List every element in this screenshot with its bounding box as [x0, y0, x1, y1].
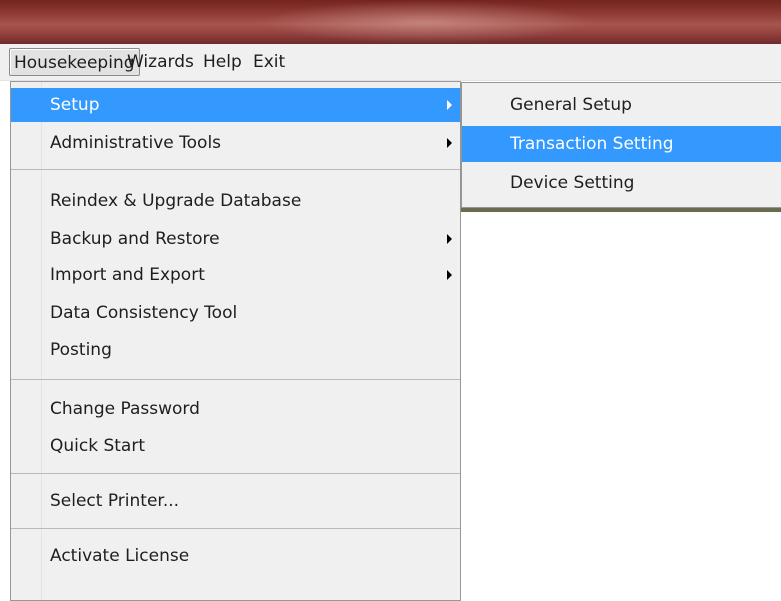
menu-item-label: Transaction Setting — [510, 134, 674, 154]
menu-housekeeping[interactable]: Housekeeping — [9, 48, 140, 76]
menu-separator — [11, 528, 460, 529]
menu-item-activate-license[interactable]: Activate License — [11, 539, 460, 573]
menu-item-label: Administrative Tools — [50, 133, 222, 153]
menu-item-label: Data Consistency Tool — [50, 303, 238, 323]
submenu-arrow-icon — [447, 234, 452, 244]
window-titlebar — [0, 0, 781, 44]
menu-item-select-printer[interactable]: Select Printer... — [11, 484, 460, 518]
menu-exit[interactable]: Exit — [249, 48, 289, 76]
menu-item-label: Change Password — [50, 399, 200, 419]
submenu-arrow-icon — [447, 100, 452, 110]
menu-bar: Housekeeping Wizards Help Exit — [0, 44, 781, 81]
menu-item-label: Reindex & Upgrade Database — [50, 191, 302, 211]
menu-item-data-consistency-tool[interactable]: Data Consistency Tool — [11, 296, 460, 330]
menu-item-label: General Setup — [510, 95, 632, 115]
menu-item-label: Posting — [50, 340, 112, 360]
menu-item-label: Device Setting — [510, 173, 635, 193]
menu-item-label: Backup and Restore — [50, 229, 220, 249]
submenu-item-general-setup[interactable]: General Setup — [462, 87, 781, 123]
menu-item-label: Quick Start — [50, 436, 146, 456]
menu-separator — [11, 169, 460, 170]
menu-separator — [11, 379, 460, 380]
menu-wizards[interactable]: Wizards — [123, 48, 198, 76]
window-border-strip — [461, 208, 781, 212]
menu-item-label: Setup — [50, 95, 100, 115]
menu-item-reindex-upgrade-database[interactable]: Reindex & Upgrade Database — [11, 184, 460, 218]
menu-item-posting[interactable]: Posting — [11, 333, 460, 367]
titlebar-glow — [260, 0, 590, 44]
menu-item-quick-start[interactable]: Quick Start — [11, 429, 460, 463]
submenu-item-transaction-setting[interactable]: Transaction Setting — [462, 126, 781, 162]
submenu-arrow-icon — [447, 270, 452, 280]
housekeeping-dropdown: Setup Administrative Tools Reindex & Upg… — [10, 81, 461, 601]
menu-item-label: Activate License — [50, 546, 190, 566]
menu-item-administrative-tools[interactable]: Administrative Tools — [11, 126, 460, 160]
submenu-arrow-icon — [447, 138, 452, 148]
submenu-item-device-setting[interactable]: Device Setting — [462, 165, 781, 201]
menu-item-change-password[interactable]: Change Password — [11, 392, 460, 426]
setup-submenu: General Setup Transaction Setting Device… — [461, 82, 781, 208]
menu-item-label: Import and Export — [50, 265, 205, 285]
menu-item-import-and-export[interactable]: Import and Export — [11, 258, 460, 292]
menu-item-backup-and-restore[interactable]: Backup and Restore — [11, 222, 460, 256]
menu-separator — [11, 473, 460, 474]
menu-item-label: Select Printer... — [50, 491, 180, 511]
menu-help[interactable]: Help — [199, 48, 246, 76]
menu-item-setup[interactable]: Setup — [11, 88, 460, 122]
